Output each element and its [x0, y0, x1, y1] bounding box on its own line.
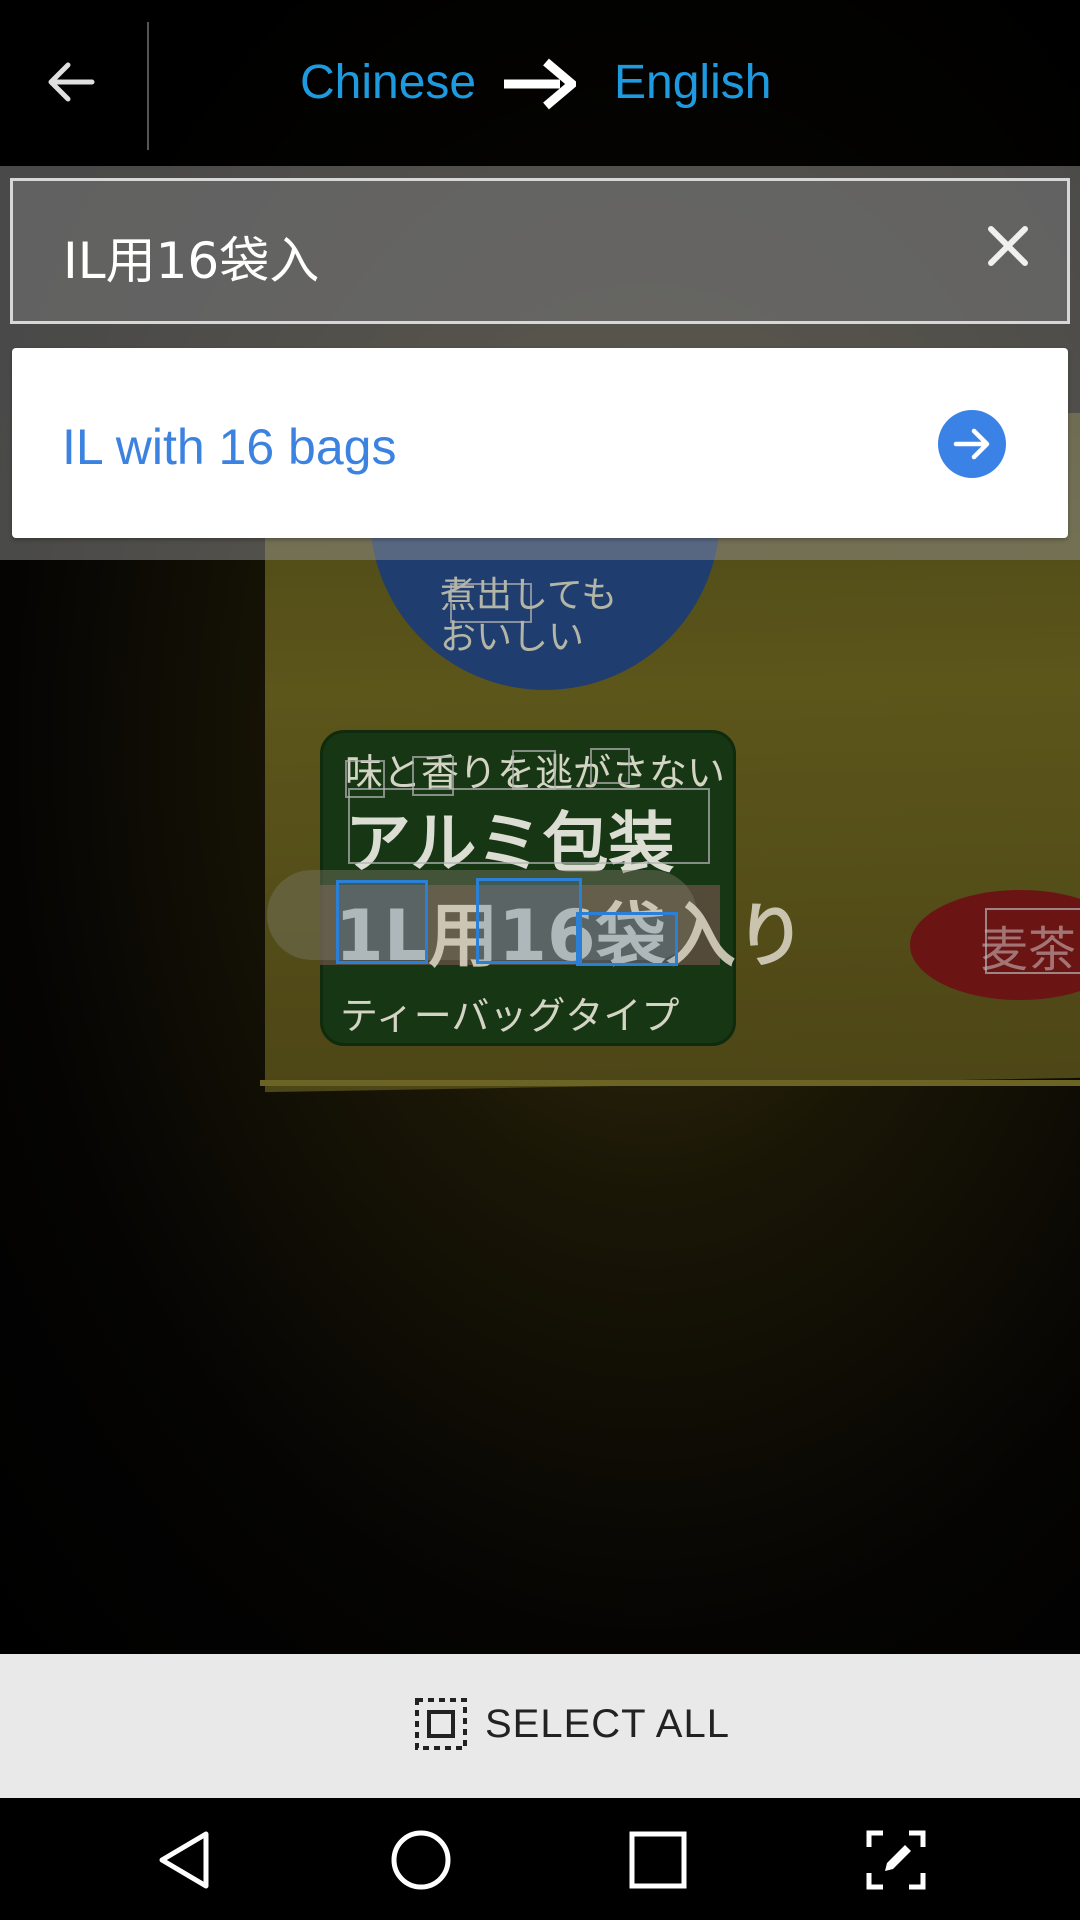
target-language-button[interactable]: English [614, 55, 771, 110]
source-text-input[interactable]: IL用16袋入 [10, 178, 1070, 324]
nav-edit-button[interactable] [856, 1820, 936, 1900]
ocr-word-box[interactable] [512, 750, 556, 790]
select-all-icon [415, 1698, 467, 1750]
nav-recents-button[interactable] [618, 1820, 698, 1900]
triangle-back-icon [159, 1831, 209, 1889]
select-all-button[interactable]: SELECT ALL [0, 1654, 1080, 1798]
system-nav-bar [0, 1798, 1080, 1920]
open-translation-button[interactable] [938, 410, 1006, 478]
arrow-left-icon [48, 62, 95, 102]
ocr-word-box[interactable] [985, 908, 1080, 974]
screen: 煮出しても おいしい 味と香りを逃がさない アルミ包装 1L用16袋入り ティー… [0, 0, 1080, 1920]
square-recents-icon [629, 1831, 687, 1889]
nav-back-button[interactable] [144, 1820, 224, 1900]
screenshot-edit-icon [866, 1830, 926, 1890]
ocr-selected-box[interactable] [476, 878, 582, 964]
translation-result-text: IL with 16 bags [62, 419, 397, 475]
clear-button[interactable] [973, 211, 1043, 281]
divider [147, 22, 149, 150]
source-language-button[interactable]: Chinese [300, 55, 476, 110]
ocr-word-box[interactable] [590, 748, 630, 784]
select-all-content: SELECT ALL [413, 1696, 730, 1752]
ocr-word-box[interactable] [348, 788, 710, 864]
ocr-selected-box[interactable] [336, 880, 428, 964]
back-button[interactable] [34, 46, 106, 118]
select-all-label: SELECT ALL [485, 1701, 730, 1746]
circle-home-icon [391, 1830, 451, 1890]
ocr-selected-box[interactable] [576, 912, 678, 966]
arrow-circle-right-icon [953, 428, 990, 460]
arrow-right-icon [504, 58, 576, 110]
translation-result-card[interactable]: IL with 16 bags [12, 348, 1068, 538]
close-icon [988, 226, 1028, 266]
camera-box-edge [260, 1080, 1080, 1086]
source-text[interactable]: IL用16袋入 [63, 221, 319, 293]
top-bar: Chinese English [0, 0, 1080, 166]
nav-home-button[interactable] [381, 1820, 461, 1900]
camera-text-line4: ティーバッグタイプ [340, 994, 680, 1038]
ocr-word-box[interactable] [450, 583, 532, 623]
